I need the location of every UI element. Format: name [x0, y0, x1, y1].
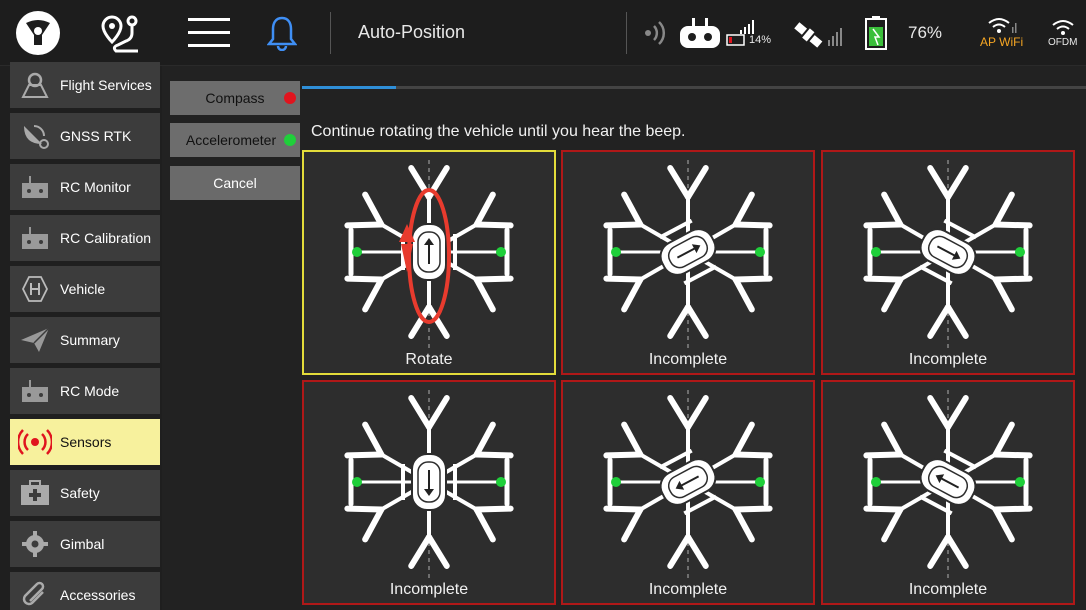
- paperclip-icon: [10, 572, 60, 610]
- rc-controller-status-icon: [678, 0, 722, 66]
- plan-route-icon[interactable]: [98, 9, 148, 57]
- orientation-tile: Incomplete: [561, 150, 815, 375]
- sidebar-item-accessories[interactable]: Accessories: [10, 572, 160, 610]
- orientation-tile: Incomplete: [561, 380, 815, 605]
- wifi-icon: [987, 18, 1017, 33]
- compass-status-dot: [284, 92, 296, 104]
- sidebar-item-sensors[interactable]: Sensors: [10, 419, 160, 465]
- calibration-panel: Compass Accelerometer Cancel: [162, 66, 302, 610]
- signal-bars-icon: [740, 20, 754, 34]
- drone-tilt-left-icon: [603, 390, 773, 582]
- ofdm-status: OFDM: [1048, 0, 1077, 66]
- paper-plane-icon: [10, 317, 60, 363]
- orientation-tile: Incomplete: [821, 150, 1075, 375]
- tile-status-label: Incomplete: [648, 581, 728, 598]
- rc-controller-icon: [10, 164, 60, 210]
- calibration-progress-fill: [302, 86, 397, 89]
- drone-down-icon: [344, 390, 514, 582]
- ofdm-label: OFDM: [1048, 36, 1078, 48]
- top-bar: Auto-Position 14% 76% AP WiFi OFDM: [0, 0, 1086, 66]
- first-aid-kit-icon: [10, 470, 60, 516]
- vehicle-battery-icon: [864, 0, 888, 66]
- orientation-tile: Rotate: [302, 150, 556, 375]
- gps-satellite-icon: [790, 0, 844, 66]
- tile-status-label: Rotate: [405, 351, 453, 368]
- rc-battery-status: 14%: [726, 0, 771, 66]
- compass-label: Compass: [205, 90, 265, 106]
- drone-tilt-up-icon: [863, 390, 1033, 582]
- calibration-progress-bar: [302, 86, 1086, 89]
- map-pin-icon: [10, 62, 60, 108]
- drone-up-rotate-icon: [344, 160, 514, 352]
- drone-tilt-down-icon: [863, 160, 1033, 352]
- signal-waves-icon: [640, 0, 670, 66]
- app-logo-icon[interactable]: [14, 9, 62, 57]
- calibration-main: Continue rotating the vehicle until you …: [302, 66, 1086, 610]
- vehicle-battery-percent: 76%: [908, 23, 943, 42]
- accelerometer-label: Accelerometer: [185, 132, 277, 148]
- orientation-tile: Incomplete: [821, 380, 1075, 605]
- tile-status-label: Incomplete: [908, 351, 988, 368]
- tile-status-label: Incomplete: [908, 581, 988, 598]
- sidebar-item-label: Gimbal: [60, 536, 105, 552]
- accelerometer-status-dot: [284, 134, 296, 146]
- sidebar-item-rc-calibration[interactable]: RC Calibration: [10, 215, 160, 261]
- sidebar-item-gimbal[interactable]: Gimbal: [10, 521, 160, 567]
- sidebar-item-rc-mode[interactable]: RC Mode: [10, 368, 160, 414]
- sidebar-item-safety[interactable]: Safety: [10, 470, 160, 516]
- satellite-dish-icon: [10, 113, 60, 159]
- gear-icon: [10, 521, 60, 567]
- sidebar-item-vehicle[interactable]: Vehicle: [10, 266, 160, 312]
- sidebar-item-gnss-rtk[interactable]: GNSS RTK: [10, 113, 160, 159]
- sidebar-item-label: RC Calibration: [60, 230, 152, 246]
- page-title: Auto-Position: [358, 22, 466, 42]
- hexagon-h-icon: [10, 266, 60, 312]
- sidebar-item-label: GNSS RTK: [60, 128, 132, 144]
- compass-button[interactable]: Compass: [170, 81, 300, 115]
- sidebar-item-summary[interactable]: Summary: [10, 317, 160, 363]
- rc-battery-icon: [726, 34, 745, 46]
- sidebar-item-label: RC Mode: [60, 383, 120, 399]
- tile-status-label: Incomplete: [389, 581, 469, 598]
- orientation-tile: Incomplete: [302, 380, 556, 605]
- wifi-icon: [1052, 19, 1074, 35]
- sidebar-item-label: Sensors: [60, 434, 112, 450]
- sidebar-item-label: Flight Services: [60, 77, 152, 93]
- sidebar-item-label: Summary: [60, 332, 120, 348]
- notification-bell-icon[interactable]: [262, 9, 302, 57]
- header-divider: [626, 12, 627, 54]
- accelerometer-button[interactable]: Accelerometer: [170, 123, 300, 157]
- sidebar-item-rc-monitor[interactable]: RC Monitor: [10, 164, 160, 210]
- sidebar-item-label: RC Monitor: [60, 179, 131, 195]
- sidebar-item-flight-services[interactable]: Flight Services: [10, 62, 160, 108]
- rc-controller-icon: [10, 215, 60, 261]
- calibration-instruction: Continue rotating the vehicle until you …: [311, 123, 686, 140]
- hamburger-menu-icon[interactable]: [185, 9, 233, 57]
- header-divider: [330, 12, 331, 54]
- sidebar-item-label: Vehicle: [60, 281, 106, 297]
- drone-tilt-right-icon: [603, 160, 773, 352]
- ap-wifi-label: AP WiFi: [980, 35, 1024, 49]
- ap-wifi-status: AP WiFi: [980, 0, 1023, 66]
- sidebar-item-label: Safety: [60, 485, 100, 501]
- rc-controller-icon: [10, 368, 60, 414]
- sidebar-item-label: Accessories: [60, 587, 136, 603]
- cancel-button[interactable]: Cancel: [170, 166, 300, 200]
- sidebar: Flight Services GNSS RTK RC Monitor RC C…: [0, 62, 162, 610]
- rc-battery-percent: 14%: [749, 34, 772, 46]
- tile-status-label: Incomplete: [648, 351, 728, 368]
- radio-waves-icon: [10, 419, 60, 465]
